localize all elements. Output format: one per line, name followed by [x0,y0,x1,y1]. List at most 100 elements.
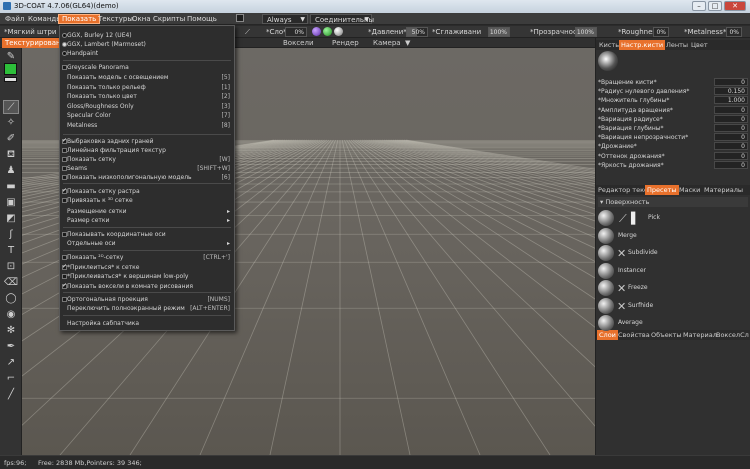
brush-param-value[interactable]: 0 [714,133,748,142]
menu-item-show-coord-axes[interactable]: Показывать координатные оси [60,230,234,239]
eraser-tool-icon[interactable]: ⌫ [3,276,19,290]
menu-item-grid-option[interactable]: Привязать к ³ᴰ сетке [60,196,234,205]
pressure-slider[interactable]: 50% [406,27,428,37]
stamp-tool-icon[interactable]: ▬ [3,180,19,194]
menu-item-ggx-lambert[interactable]: GGX, Lambert (Marmoset) [60,40,234,49]
opacity-slider[interactable]: 100% [575,27,597,37]
lasso-tool-icon[interactable]: ◯ [3,292,19,306]
menu-item-display-option[interactable]: Показать низкополигональную модель [6] [60,173,234,182]
metalness-slider[interactable]: 0% [726,27,742,37]
chevron-down-icon[interactable]: ▼ [402,38,413,48]
primary-color-swatch[interactable] [4,63,17,75]
menu-item-snap-option[interactable]: Показать ²ᴰ-сетку [CTRL+'] [60,253,234,262]
pick-tool-icon[interactable]: ↗ [3,356,19,370]
transform-tool-icon[interactable]: ⊡ [3,260,19,274]
connection-combo[interactable]: Соединительны ▼ [310,14,374,24]
brush-icon[interactable]: ⟋ [245,28,250,37]
brush-param-value[interactable]: 0.150 [714,87,748,96]
brush-param-value[interactable]: 0 [714,142,748,151]
fill-tool-icon[interactable]: ⛾ [3,148,19,162]
menu-item-grid-option[interactable]: Показать сетку растра [60,186,234,196]
menu-item-display-mode[interactable]: Показать только цвет [2] [60,92,234,101]
menu-help[interactable]: Помощь [184,14,220,24]
brush-param-row[interactable]: *Радиус нулевого давления* 0.150 [598,87,748,96]
menu-item-display-mode[interactable]: Показать только рельеф [1] [60,83,234,92]
brush-param-value[interactable]: 0 [714,105,748,114]
smooth-tool-icon[interactable]: ◩ [3,212,19,226]
maximize-button[interactable]: □ [708,1,722,11]
brush-param-row[interactable]: *Яркость дрожания* 0 [598,160,748,170]
menu-item-ggx-burley[interactable]: GGX, Burley 12 (UE4) [60,31,234,40]
brush-param-row[interactable]: *Множитель глубины* 1.000 [598,96,748,105]
menu-item-snap-option[interactable]: Показать воксели в комнате рисования [60,281,234,291]
menu-item-display-mode[interactable]: Specular Color [7] [60,111,234,120]
menu-item-display-option[interactable]: Seams [SHIFT+W] [60,164,234,173]
brush-param-value[interactable]: 0 [714,151,748,160]
material-sphere-icon[interactable] [312,27,321,36]
layer-slider[interactable]: 0% [285,27,307,37]
eyedropper-tool-icon[interactable]: ✒ [3,340,19,354]
brush-param-row[interactable]: *Вариация непрозрачности* 0 [598,133,748,142]
tab-brush[interactable]: Кисть [597,40,621,50]
pen-tool-icon[interactable]: ✎ [3,50,19,64]
brush-name[interactable]: *Мягкий штри [4,28,56,36]
tab-brush-settings[interactable]: Настр.кисти [619,40,666,50]
brush-param-value[interactable]: 1.000 [714,96,748,105]
brush-param-value[interactable]: 0 [714,114,748,123]
secondary-color-swatch[interactable] [4,77,17,82]
tab-texture-editor[interactable]: Редактор текс [596,185,650,195]
menu-item-display-option[interactable]: Показать сетку [W] [60,155,234,164]
tab-camera[interactable]: Камера [370,38,404,48]
brush-param-value[interactable]: 0 [714,160,748,169]
always-combo[interactable]: Always ▼ [262,14,308,24]
text-tool-icon[interactable]: T [3,244,19,258]
menu-file[interactable]: Файл [2,14,27,24]
menu-item-display-option[interactable]: Выбраковка задних граней [60,136,234,146]
brush-param-value[interactable]: 0 [714,124,748,132]
brush-param-value[interactable]: 0 [714,78,748,86]
tab-texturing[interactable]: Текстурирован [2,38,64,48]
menu-item-greyscale-panorama[interactable]: Greyscale Panorama [60,63,234,72]
tab-strips[interactable]: Ленты [664,40,690,50]
menu-item-display-mode[interactable]: Gloss/Roughness Only [3] [60,102,234,111]
clone-tool-icon[interactable]: ♟ [3,164,19,178]
eye-tool-icon[interactable]: ◉ [3,308,19,322]
picture-tool-icon[interactable]: ▣ [3,196,19,210]
brush-preview[interactable] [598,51,618,71]
preset-group-header[interactable]: ▾ Поверхность [598,197,748,207]
menu-item-grid-size[interactable]: Размер сетки ▸ [60,216,234,225]
menu-item-display-option[interactable]: Линейная фильтрация текстур [60,146,234,155]
tab-render[interactable]: Рендер [329,38,362,48]
menu-item-display-mode[interactable]: Metalness [8] [60,121,234,130]
ruler-tool-icon[interactable]: ⌐ [3,372,19,386]
menu-item-snap-option[interactable]: *Приклеиваться* к вершинам low-poly [60,272,234,281]
brush-param-row[interactable]: *Оттенок дрожания* 0 [598,151,748,161]
roughness-slider[interactable]: 0% [653,27,669,37]
brush-param-row[interactable]: *Амплитуда вращения* 0 [598,105,748,115]
menu-view[interactable]: Показать [58,14,101,24]
brush-param-row[interactable]: *Вариация радиусе* 0 [598,114,748,124]
color-sphere-icon[interactable] [323,27,332,36]
tab-presets[interactable]: Пресеты [645,185,679,195]
toggle-checkbox[interactable] [236,14,244,22]
measure-tool-icon[interactable]: ╱ [3,388,19,402]
preset-item[interactable]: Average [598,314,746,334]
smudge-tool-icon[interactable]: ✐ [3,132,19,146]
brush-param-row[interactable]: *Вращение кисти* 0 [598,78,748,87]
smoothing-slider[interactable]: 100% [488,27,510,37]
minimize-button[interactable]: – [692,1,706,11]
brush-tool-icon[interactable]: ⟋ [3,100,19,114]
menu-item-grid-placement[interactable]: Размещение сетки ▸ [60,207,234,216]
gear-tool-icon[interactable]: ✻ [3,324,19,338]
tab-masks[interactable]: Маски [677,185,702,195]
tab-voxels[interactable]: Воксели [280,38,317,48]
close-button[interactable]: ✕ [724,1,746,11]
gloss-sphere-icon[interactable] [334,27,343,36]
curves-tool-icon[interactable]: ʃ [3,228,19,242]
menu-item-fullscreen[interactable]: Переключить полноэкранный режим [ALT+ENTE… [60,304,234,313]
menu-item-subpatch-settings[interactable]: Настройка сабпатчика [60,319,234,328]
menu-item-ortho-projection[interactable]: Ортогональная проекция [NUMS] [60,295,234,304]
brush-param-row[interactable]: *Дрожание* 0 [598,142,748,151]
menu-item-display-mode[interactable]: Показать модель с освещением [5] [60,73,234,82]
menu-item-snap-option[interactable]: *Приклеиться* к сетке [60,262,234,272]
